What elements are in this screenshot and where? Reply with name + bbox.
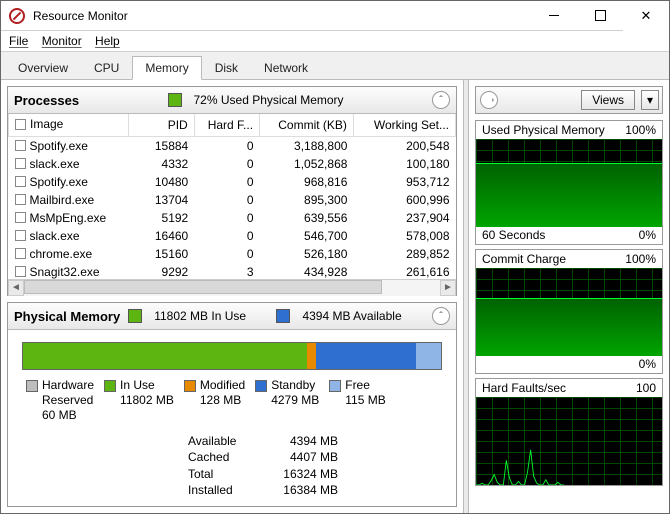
col-pid[interactable]: PID: [129, 114, 194, 136]
tab-memory[interactable]: Memory: [132, 56, 201, 80]
maximize-button[interactable]: [577, 1, 623, 31]
row-checkbox[interactable]: [15, 176, 26, 187]
legend-item: In Use 11802 MB: [104, 378, 174, 423]
views-dropdown-icon[interactable]: ▾: [641, 90, 659, 110]
table-row[interactable]: slack.exe 4332 0 1,052,868 100,180: [9, 155, 456, 173]
table-row[interactable]: Snagit32.exe 9292 3 434,928 261,616: [9, 263, 456, 280]
legend-item: Hardware Reserved60 MB: [26, 378, 94, 423]
legend-item: Modified 128 MB: [184, 378, 245, 423]
row-checkbox[interactable]: [15, 266, 26, 277]
memory-bar-chart: [22, 342, 442, 370]
scroll-left-icon[interactable]: ◄: [8, 280, 24, 296]
graph-panel: Hard Faults/sec100: [475, 378, 663, 486]
row-checkbox[interactable]: [15, 212, 26, 223]
minimize-button[interactable]: [531, 1, 577, 31]
tab-network[interactable]: Network: [251, 56, 321, 79]
table-row[interactable]: slack.exe 16460 0 546,700 578,008: [9, 227, 456, 245]
inuse-chip-icon: [128, 309, 142, 323]
chevron-up-icon[interactable]: ˆ: [432, 91, 450, 109]
table-row[interactable]: Mailbird.exe 13704 0 895,300 600,996: [9, 191, 456, 209]
physical-memory-header[interactable]: Physical Memory 11802 MB In Use 4394 MB …: [8, 303, 456, 330]
memory-chip-icon: [168, 93, 182, 107]
app-icon: [9, 8, 25, 24]
graph-canvas: [476, 268, 662, 356]
legend-item: Standby 4279 MB: [255, 378, 319, 423]
menu-file[interactable]: File: [9, 34, 28, 48]
col-workingset[interactable]: Working Set...: [353, 114, 455, 136]
row-checkbox[interactable]: [15, 140, 26, 151]
chevron-right-icon[interactable]: ˆ: [480, 91, 498, 109]
row-checkbox[interactable]: [15, 158, 26, 169]
views-button[interactable]: Views: [581, 90, 635, 110]
menubar: File Monitor Help: [1, 31, 669, 52]
menu-help[interactable]: Help: [95, 34, 120, 48]
close-button[interactable]: [623, 1, 669, 31]
tab-overview[interactable]: Overview: [5, 56, 81, 79]
select-all-checkbox[interactable]: [15, 119, 26, 130]
tab-disk[interactable]: Disk: [202, 56, 251, 79]
horizontal-scrollbar[interactable]: ◄ ►: [8, 279, 456, 295]
memory-legend: Hardware Reserved60 MBIn Use 11802 MBMod…: [8, 378, 456, 427]
row-checkbox[interactable]: [15, 230, 26, 241]
tab-bar: Overview CPU Memory Disk Network: [1, 52, 669, 80]
table-row[interactable]: chrome.exe 15160 0 526,180 289,852: [9, 245, 456, 263]
titlebar: Resource Monitor: [1, 1, 669, 31]
scroll-thumb[interactable]: [24, 280, 382, 294]
col-image[interactable]: Image: [9, 114, 129, 136]
graph-canvas: [476, 397, 662, 485]
graph-panel: Commit Charge100% 0%: [475, 249, 663, 374]
graphs-toolbar: ˆ Views ▾: [475, 86, 663, 114]
table-row[interactable]: Spotify.exe 10480 0 968,816 953,712: [9, 173, 456, 191]
avail-chip-icon: [276, 309, 290, 323]
graph-panel: Used Physical Memory100% 60 Seconds0%: [475, 120, 663, 245]
processes-summary: 72% Used Physical Memory: [194, 93, 344, 107]
chevron-up-icon[interactable]: ˆ: [432, 307, 450, 325]
physical-title: Physical Memory: [14, 309, 120, 324]
window-title: Resource Monitor: [33, 9, 531, 23]
processes-table: Image PID Hard F... Commit (KB) Working …: [8, 114, 456, 279]
avail-label: 4394 MB Available: [302, 309, 401, 323]
memory-stats: Available4394 MBCached4407 MBTotal16324 …: [188, 433, 456, 498]
scroll-right-icon[interactable]: ►: [440, 280, 456, 296]
tab-cpu[interactable]: CPU: [81, 56, 132, 79]
col-hardfaults[interactable]: Hard F...: [194, 114, 259, 136]
menu-monitor[interactable]: Monitor: [42, 34, 82, 48]
table-row[interactable]: MsMpEng.exe 5192 0 639,556 237,904: [9, 209, 456, 227]
processes-header[interactable]: Processes 72% Used Physical Memory ˆ: [8, 87, 456, 114]
legend-item: Free 115 MB: [329, 378, 385, 423]
col-commit[interactable]: Commit (KB): [260, 114, 354, 136]
row-checkbox[interactable]: [15, 248, 26, 259]
row-checkbox[interactable]: [15, 194, 26, 205]
inuse-label: 11802 MB In Use: [154, 309, 246, 323]
table-row[interactable]: Spotify.exe 15884 0 3,188,800 200,548: [9, 136, 456, 155]
processes-title: Processes: [14, 93, 79, 108]
graph-canvas: [476, 139, 662, 227]
